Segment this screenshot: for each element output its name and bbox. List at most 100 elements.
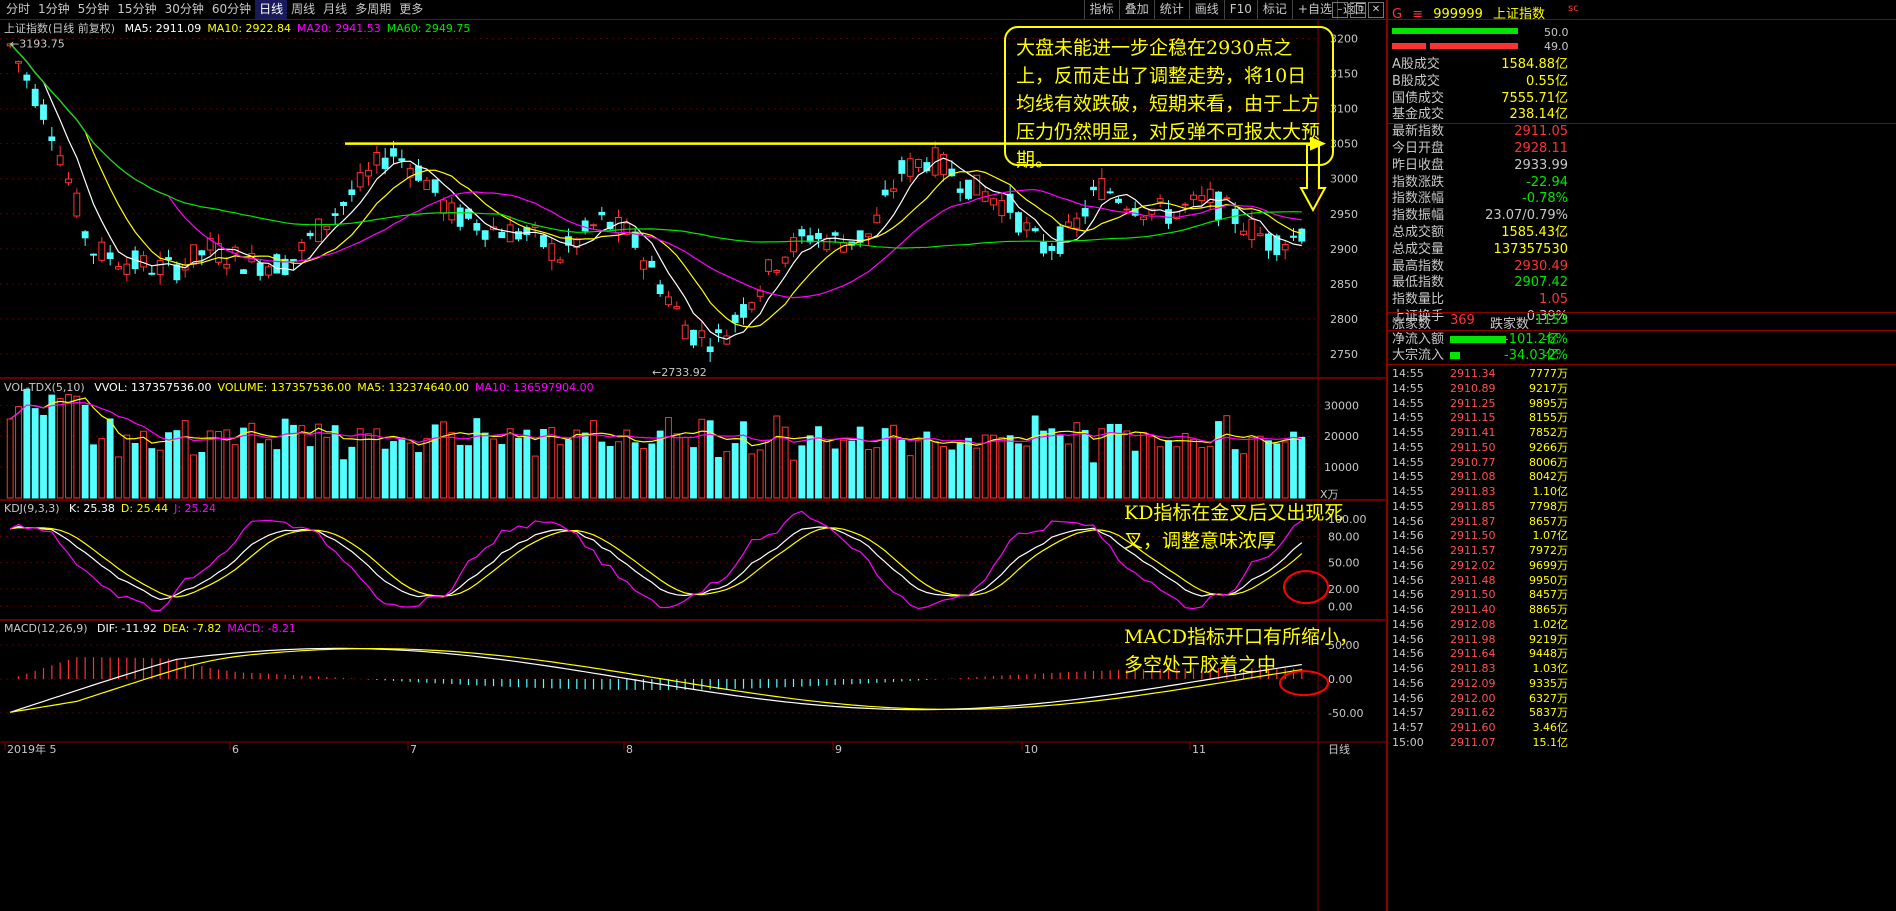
quote-label: 基金成交 — [1392, 107, 1445, 123]
minimize-icon[interactable]: – — [1332, 2, 1348, 18]
quote-row: 今日开盘 2928.11 — [1392, 140, 1568, 157]
price-tick: 3200 — [1330, 33, 1358, 46]
tick-row: 14:56 2912.08 1.02亿 — [1392, 617, 1568, 632]
tick-price: 2911.83 — [1450, 485, 1496, 498]
kdj-tick: 80.00 — [1328, 530, 1360, 543]
date-tick: 6 — [232, 743, 239, 756]
quote-value: 2911.05 — [1514, 124, 1568, 140]
close-icon[interactable]: ✕ — [1368, 2, 1384, 18]
kdj-tick: 20.00 — [1328, 583, 1360, 596]
restore-icon[interactable]: □ — [1350, 2, 1366, 18]
kd-highlight-circle — [1283, 570, 1329, 605]
index-code: 999999 — [1433, 7, 1483, 22]
tool-button-3[interactable]: 画线 — [1188, 0, 1224, 19]
period-tab-1[interactable]: 1分钟 — [34, 0, 74, 19]
tick-price: 2911.34 — [1450, 367, 1496, 380]
period-tab-6[interactable]: 日线 — [255, 0, 288, 19]
tick-row: 14:56 2911.83 1.03亿 — [1392, 661, 1568, 676]
tick-row: 15:00 2911.07 15.1亿 — [1392, 735, 1568, 750]
menu-icon[interactable]: ≡ — [1412, 7, 1423, 22]
period-tab-3[interactable]: 15分钟 — [113, 0, 160, 19]
tick-row: 14:55 2910.77 8006万 — [1392, 455, 1568, 470]
volume-items-3: MA10: 136597904.00 — [474, 381, 594, 394]
main-ma-0: MA5: 2911.09 — [124, 22, 202, 35]
rise-count: 369 — [1450, 313, 1475, 328]
analysis-callout: 大盘未能进一步企稳在2930点之上，反而走出了调整走势，将10日均线有效跌破，短… — [1004, 26, 1334, 171]
tick-time: 14:56 — [1392, 529, 1424, 543]
tick-volume: 9217万 — [1529, 381, 1568, 395]
tick-price: 2911.87 — [1450, 514, 1496, 528]
quote-label: 总成交量 — [1392, 241, 1445, 257]
macd-note-line2: 多空处于胶着之中 — [1124, 654, 1277, 676]
flow-pct: -2% — [1542, 348, 1568, 363]
tool-button-0[interactable]: 指标 — [1083, 0, 1119, 19]
tick-row: 14:56 2912.00 6327万 — [1392, 691, 1568, 706]
tick-row: 14:56 2911.57 7972万 — [1392, 543, 1568, 558]
quote-value: 137357530 — [1493, 241, 1568, 257]
price-tick: 3000 — [1330, 173, 1358, 186]
tick-price: 2911.50 — [1450, 440, 1496, 454]
sidebar-header: G ≡ 999999 上证指数 sc — [1392, 3, 1579, 22]
volume-title: VOL-TDX(5,10) — [4, 381, 85, 394]
index-name: 上证指数 — [1493, 7, 1546, 22]
tick-time: 14:57 — [1392, 721, 1424, 734]
kdj-tick: 50.00 — [1328, 557, 1360, 570]
period-tab-9[interactable]: 多周期 — [351, 0, 395, 19]
tool-button-2[interactable]: 统计 — [1153, 0, 1189, 19]
tick-row: 14:55 2911.25 9895万 — [1392, 396, 1568, 411]
tick-row: 14:55 2911.34 7777万 — [1392, 366, 1568, 381]
quote-value: 0.55亿 — [1526, 73, 1568, 89]
quote-label: 昨日收盘 — [1392, 157, 1445, 173]
quote-value: 2930.49 — [1514, 258, 1568, 274]
market-tag: sc — [1568, 3, 1579, 14]
tick-row: 14:56 2911.48 9950万 — [1392, 573, 1568, 588]
tick-time: 14:55 — [1392, 470, 1424, 484]
tick-price: 2911.62 — [1450, 706, 1496, 720]
price-tick: 3100 — [1330, 103, 1358, 116]
tick-row: 14:56 2911.50 1.07亿 — [1392, 528, 1568, 543]
volume-items-0: VVOL: 137357536.00 — [94, 381, 212, 394]
tool-button-5[interactable]: 标记 — [1256, 0, 1292, 19]
tick-price: 2911.41 — [1450, 426, 1496, 439]
main-legend: 上证指数(日线 前复权) MA5: 2911.09 MA10: 2922.84 MA… — [4, 20, 482, 36]
tick-price: 2911.48 — [1450, 573, 1496, 587]
tick-price: 2911.40 — [1450, 603, 1496, 616]
macd-tick: -50.00 — [1328, 707, 1363, 720]
period-tab-10[interactable]: 更多 — [395, 0, 427, 19]
tick-row: 14:55 2911.41 7852万 — [1392, 425, 1568, 440]
tick-volume: 6327万 — [1529, 691, 1568, 705]
tick-volume: 9895万 — [1529, 396, 1568, 410]
tick-row: 14:55 2911.08 8042万 — [1392, 469, 1568, 484]
quote-row: B股成交 0.55亿 — [1392, 73, 1568, 90]
tick-price: 2911.50 — [1450, 529, 1496, 543]
tick-row: 14:55 2911.15 8155万 — [1392, 410, 1568, 425]
tick-time: 14:55 — [1392, 396, 1424, 410]
tool-button-4[interactable]: F10 — [1223, 0, 1257, 19]
period-tab-8[interactable]: 月线 — [319, 0, 351, 19]
tool-button-1[interactable]: 叠加 — [1118, 0, 1154, 19]
period-tab-2[interactable]: 5分钟 — [74, 0, 114, 19]
quote-value: 7555.71亿 — [1501, 90, 1568, 106]
tick-time: 15:00 — [1392, 735, 1424, 749]
tick-volume: 1.10亿 — [1532, 485, 1569, 498]
tick-volume: 7798万 — [1529, 499, 1568, 513]
tick-time: 14:55 — [1392, 455, 1424, 469]
period-tab-5[interactable]: 60分钟 — [208, 0, 255, 19]
buy-bar — [1392, 28, 1518, 34]
quote-value: 2928.11 — [1514, 141, 1568, 156]
period-tab-0[interactable]: 分时 — [2, 0, 34, 19]
tick-volume: 3.46亿 — [1532, 721, 1569, 734]
tick-volume: 1.03亿 — [1532, 662, 1569, 675]
period-tab-4[interactable]: 30分钟 — [161, 0, 208, 19]
tick-price: 2911.64 — [1450, 647, 1496, 661]
sell-bar-right — [1430, 43, 1518, 49]
period-tab-7[interactable]: 周线 — [287, 0, 319, 19]
fall-count: 1153 — [1534, 313, 1568, 328]
volume-items-2: MA5: 132374640.00 — [357, 381, 469, 394]
tick-price: 2911.85 — [1450, 499, 1496, 513]
quote-sidebar: G ≡ 999999 上证指数 sc 50.0 49.0 A股成交 1584.88… — [1386, 0, 1896, 911]
tick-time: 14:55 — [1392, 440, 1424, 454]
price-tick: 2750 — [1330, 348, 1358, 361]
flow-bar — [1450, 336, 1506, 343]
tick-volume: 1.02亿 — [1532, 617, 1569, 631]
